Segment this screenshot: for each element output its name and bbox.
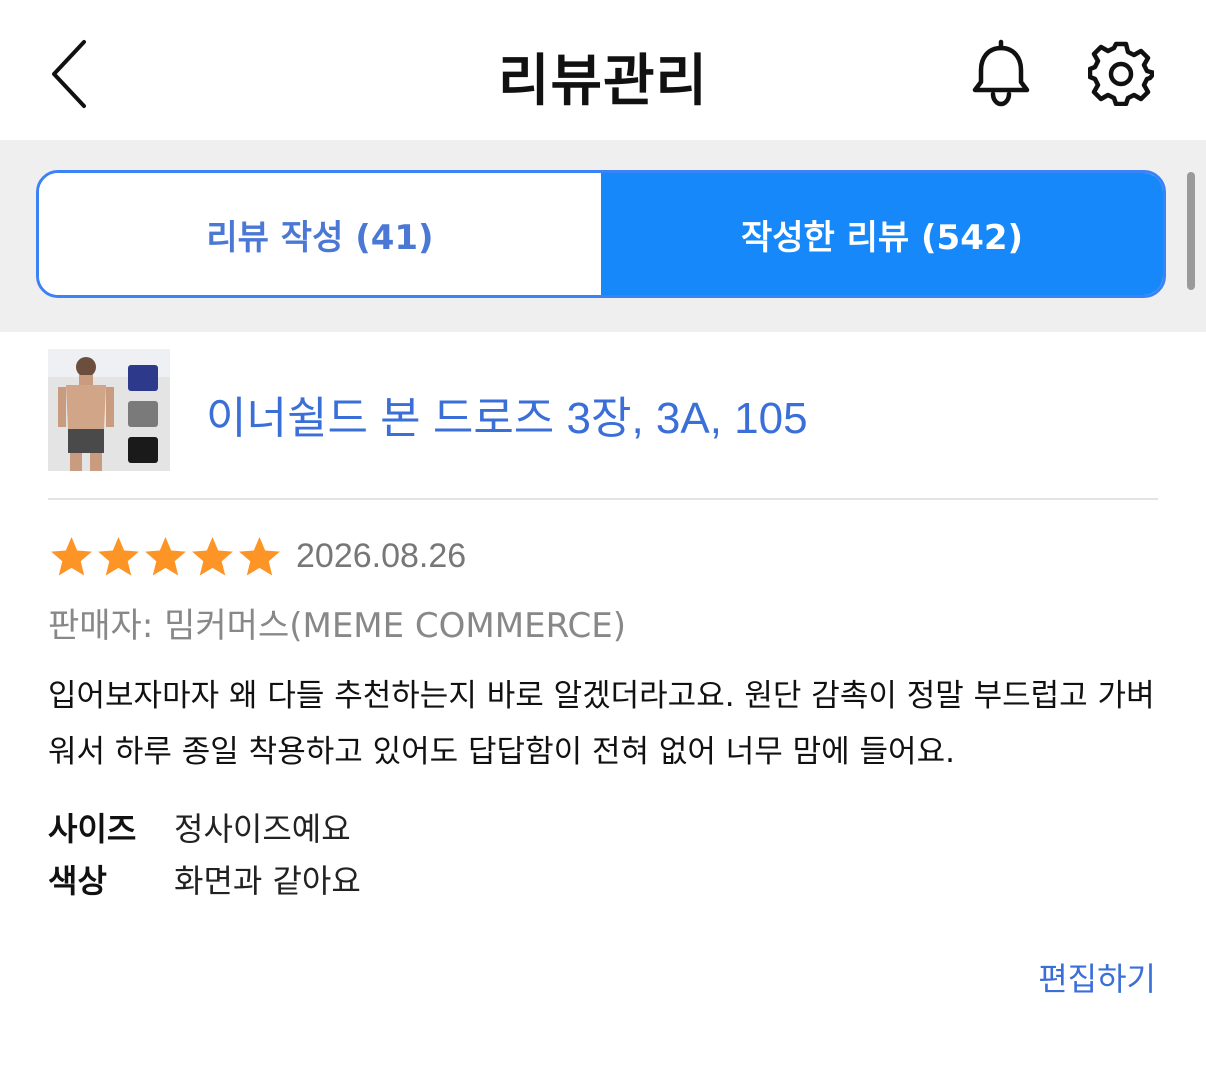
tab-written-reviews[interactable]: 작성한 리뷰 (542) xyxy=(601,173,1163,295)
seller-name: 판매자: 밈커머스(MEME COMMERCE) xyxy=(48,606,627,646)
attribute-value: 정사이즈예요 xyxy=(174,810,351,848)
attribute-label: 사이즈 xyxy=(48,810,137,848)
tab-write-review[interactable]: 리뷰 작성 (41) xyxy=(39,173,601,295)
star-icon xyxy=(51,536,92,576)
bell-icon xyxy=(972,39,1030,107)
attribute-value: 화면과 같아요 xyxy=(174,862,361,900)
star-icon xyxy=(239,536,280,576)
review-date: 2026.08.26 xyxy=(296,537,467,575)
product-thumbnail[interactable] xyxy=(48,349,170,471)
star-rating xyxy=(48,534,283,582)
attribute-row-color: 색상 화면과 같아요 xyxy=(48,856,361,902)
review-text: 입어보자마자 왜 다들 추천하는지 바로 알겠더라고요. 원단 감촉이 정말 부… xyxy=(48,678,1155,770)
top-app-bar: 리뷰관리 xyxy=(0,0,1206,140)
star-icon xyxy=(98,536,139,576)
star-icon xyxy=(145,536,186,576)
star-icon xyxy=(192,536,233,576)
divider xyxy=(48,498,1158,500)
attribute-label: 색상 xyxy=(48,862,107,900)
notifications-button[interactable] xyxy=(968,38,1034,108)
attribute-row-size: 사이즈 정사이즈예요 xyxy=(48,804,351,850)
product-name-link[interactable]: 이너쉴드 본 드로즈 3장, 3A, 105 xyxy=(206,382,808,446)
tab-bar-container: 리뷰 작성 (41) 작성한 리뷰 (542) xyxy=(0,140,1206,332)
edit-review-button[interactable]: 편집하기 xyxy=(1038,954,1156,1000)
scrollbar[interactable] xyxy=(1187,172,1195,290)
settings-button[interactable] xyxy=(1087,40,1157,107)
gear-icon xyxy=(1087,41,1157,107)
segmented-tabs: 리뷰 작성 (41) 작성한 리뷰 (542) xyxy=(36,170,1166,298)
